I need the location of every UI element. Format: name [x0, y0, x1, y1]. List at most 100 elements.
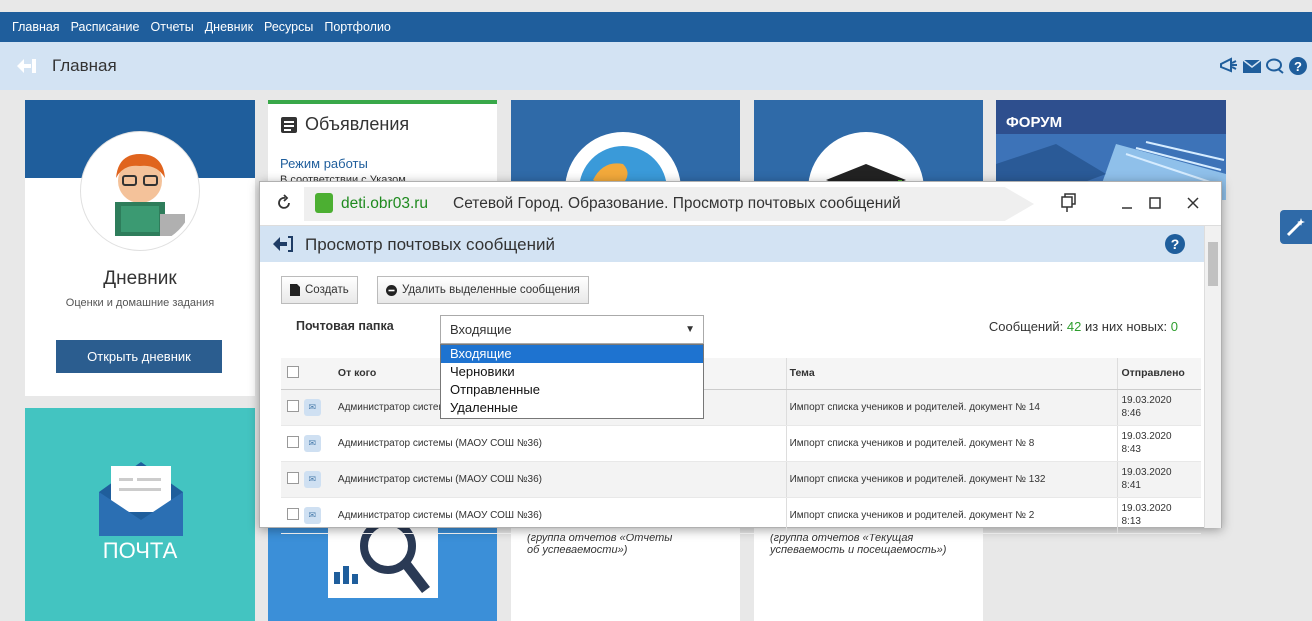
nav-item-portfolio[interactable]: Портфолио	[324, 20, 391, 34]
sender-cell[interactable]: Администратор системы (МАОУ СОШ №36)	[334, 425, 787, 462]
vertical-scrollbar[interactable]	[1204, 226, 1221, 528]
envelope-icon: ✉	[303, 398, 321, 416]
popup-title: Просмотр почтовых сообщений	[305, 235, 555, 254]
maximize-icon[interactable]	[1145, 193, 1165, 213]
minus-circle-icon	[386, 284, 397, 296]
new-document-icon	[290, 284, 300, 296]
time-cell: 8:43	[1121, 444, 1141, 455]
back-arrow-icon[interactable]	[16, 57, 38, 75]
new-count: 0	[1170, 319, 1178, 334]
folder-option-inbox[interactable]: Входящие	[441, 345, 703, 363]
row-checkbox[interactable]	[287, 399, 299, 412]
delete-label: Удалить выделенные сообщения	[402, 284, 580, 296]
create-button[interactable]: Создать	[281, 276, 358, 304]
time-cell: 8:13	[1121, 516, 1141, 527]
news-icon	[281, 116, 297, 133]
time-cell: 8:41	[1121, 480, 1141, 491]
top-navigation: Главная Расписание Отчеты Дневник Ресурс…	[0, 12, 1312, 42]
reload-icon[interactable]	[275, 194, 293, 212]
browser-chrome: deti.obr03.ru Сетевой Город. Образование…	[260, 182, 1221, 226]
minimize-icon[interactable]	[1118, 193, 1138, 213]
help-icon[interactable]: ?	[1288, 56, 1308, 76]
report-tile-current[interactable]: (группа отчетов «Текущая успеваемость и …	[754, 528, 983, 621]
sender-cell[interactable]: Администратор системы (МАОУ СОШ №36)	[334, 497, 787, 534]
folder-selected-value: Входящие	[450, 322, 512, 337]
sender-cell[interactable]: Администратор системы (МАОУ СОШ №36)	[334, 461, 787, 498]
date-cell: 19.03.2020	[1121, 395, 1172, 406]
date-cell: 19.03.2020	[1121, 503, 1172, 514]
nav-item-schedule[interactable]: Расписание	[71, 20, 140, 34]
megaphone-icon[interactable]	[1219, 56, 1239, 76]
magic-wand-icon	[1286, 218, 1305, 237]
page-title: Главная	[52, 56, 117, 75]
breadcrumb: Главная ?	[0, 42, 1312, 90]
caret-down-icon: ▼	[685, 324, 695, 335]
folder-option-sent[interactable]: Отправленные	[441, 381, 703, 399]
time-cell: 8:46	[1121, 408, 1141, 419]
report2-text: (группа отчетов «Текущая успеваемость и …	[770, 532, 947, 556]
create-label: Создать	[305, 284, 349, 296]
subject-cell[interactable]: Импорт списка учеников и родителей. доку…	[785, 389, 1118, 426]
forum-label: ФОРУМ	[1006, 114, 1063, 131]
nav-item-reports[interactable]: Отчеты	[151, 20, 194, 34]
message-count: Сообщений: 42 из них новых: 0	[988, 319, 1178, 334]
lock-icon	[315, 193, 333, 213]
open-diary-button[interactable]: Открыть дневник	[56, 340, 222, 373]
row-checkbox[interactable]	[287, 435, 299, 448]
popup-header: Просмотр почтовых сообщений ?	[260, 226, 1205, 262]
avatar	[81, 132, 199, 250]
date-cell: 19.03.2020	[1121, 467, 1172, 478]
table-row[interactable]: ✉ Администратор системы (МАОУ СОШ №36) И…	[281, 461, 1201, 498]
mail-icon[interactable]	[1242, 56, 1262, 76]
nav-item-main[interactable]: Главная	[12, 20, 60, 34]
back-arrow-icon[interactable]	[272, 235, 294, 253]
mail-tile[interactable]: ПОЧТА	[25, 408, 255, 621]
envelope-icon	[99, 462, 183, 536]
folder-label: Почтовая папка	[296, 319, 394, 333]
folder-option-deleted[interactable]: Удаленные	[441, 399, 703, 417]
envelope-icon: ✉	[303, 434, 321, 452]
total-count: 42	[1066, 319, 1082, 334]
announcement-item-title[interactable]: Режим работы	[280, 156, 368, 171]
folder-dropdown: Входящие Черновики Отправленные Удаленны…	[440, 344, 704, 419]
url-text[interactable]: deti.obr03.ru	[341, 195, 428, 213]
window-title: Сетевой Город. Образование. Просмотр поч…	[453, 195, 901, 212]
subject-cell[interactable]: Импорт списка учеников и родителей. доку…	[785, 425, 1118, 462]
magnifier-chart-icon	[328, 528, 438, 598]
diary-title: Дневник	[103, 268, 177, 289]
report-tile-progress[interactable]: (группа отчетов «Отчеты об успеваемости»…	[511, 528, 740, 621]
envelope-icon: ✉	[303, 470, 321, 488]
mail-popup-window: deti.obr03.ru Сетевой Город. Образование…	[259, 181, 1222, 534]
mail-label: ПОЧТА	[102, 538, 178, 563]
magic-wand-button[interactable]	[1280, 210, 1312, 244]
announcements-title: Объявления	[305, 114, 410, 134]
subject-cell[interactable]: Импорт списка учеников и родителей. доку…	[785, 461, 1118, 498]
folder-option-drafts[interactable]: Черновики	[441, 363, 703, 381]
nav-item-diary[interactable]: Дневник	[205, 20, 253, 34]
table-header: От кого Тема Отправлено	[281, 358, 1201, 390]
messages-table: От кого Тема Отправлено ✉ Администратор …	[281, 358, 1201, 534]
table-row[interactable]: ✉ Администратор системы (МАОУ СОШ №36) И…	[281, 497, 1201, 534]
column-subject[interactable]: Тема	[785, 358, 1118, 390]
folder-select[interactable]: Входящие ▼	[440, 315, 704, 344]
column-sent[interactable]: Отправлено	[1117, 358, 1201, 390]
svg-text:?: ?	[1294, 59, 1302, 74]
date-cell: 19.03.2020	[1121, 431, 1172, 442]
row-checkbox[interactable]	[287, 507, 299, 520]
report1-text: (группа отчетов «Отчеты об успеваемости»…	[527, 532, 673, 556]
close-icon[interactable]	[1183, 193, 1203, 213]
chat-icon[interactable]	[1265, 56, 1285, 76]
help-icon[interactable]: ?	[1165, 234, 1185, 254]
table-row[interactable]: ✉ Администратор системы (МАОУ СОШ №36) И…	[281, 425, 1201, 462]
delete-selected-button[interactable]: Удалить выделенные сообщения	[377, 276, 589, 304]
subject-cell[interactable]: Импорт списка учеников и родителей. доку…	[785, 497, 1118, 534]
select-all-checkbox[interactable]	[287, 365, 299, 378]
diary-card: Дневник Оценки и домашние задания Открыт…	[25, 100, 255, 396]
statistics-tile[interactable]	[268, 528, 497, 621]
row-checkbox[interactable]	[287, 471, 299, 484]
table-row[interactable]: ✉ Администратор системы (МАОУ СОШ №36) И…	[281, 389, 1201, 426]
nav-item-resources[interactable]: Ресурсы	[264, 20, 313, 34]
restore-icon[interactable]	[1058, 193, 1078, 213]
envelope-icon: ✉	[303, 506, 321, 524]
diary-subtitle: Оценки и домашние задания	[65, 297, 215, 309]
